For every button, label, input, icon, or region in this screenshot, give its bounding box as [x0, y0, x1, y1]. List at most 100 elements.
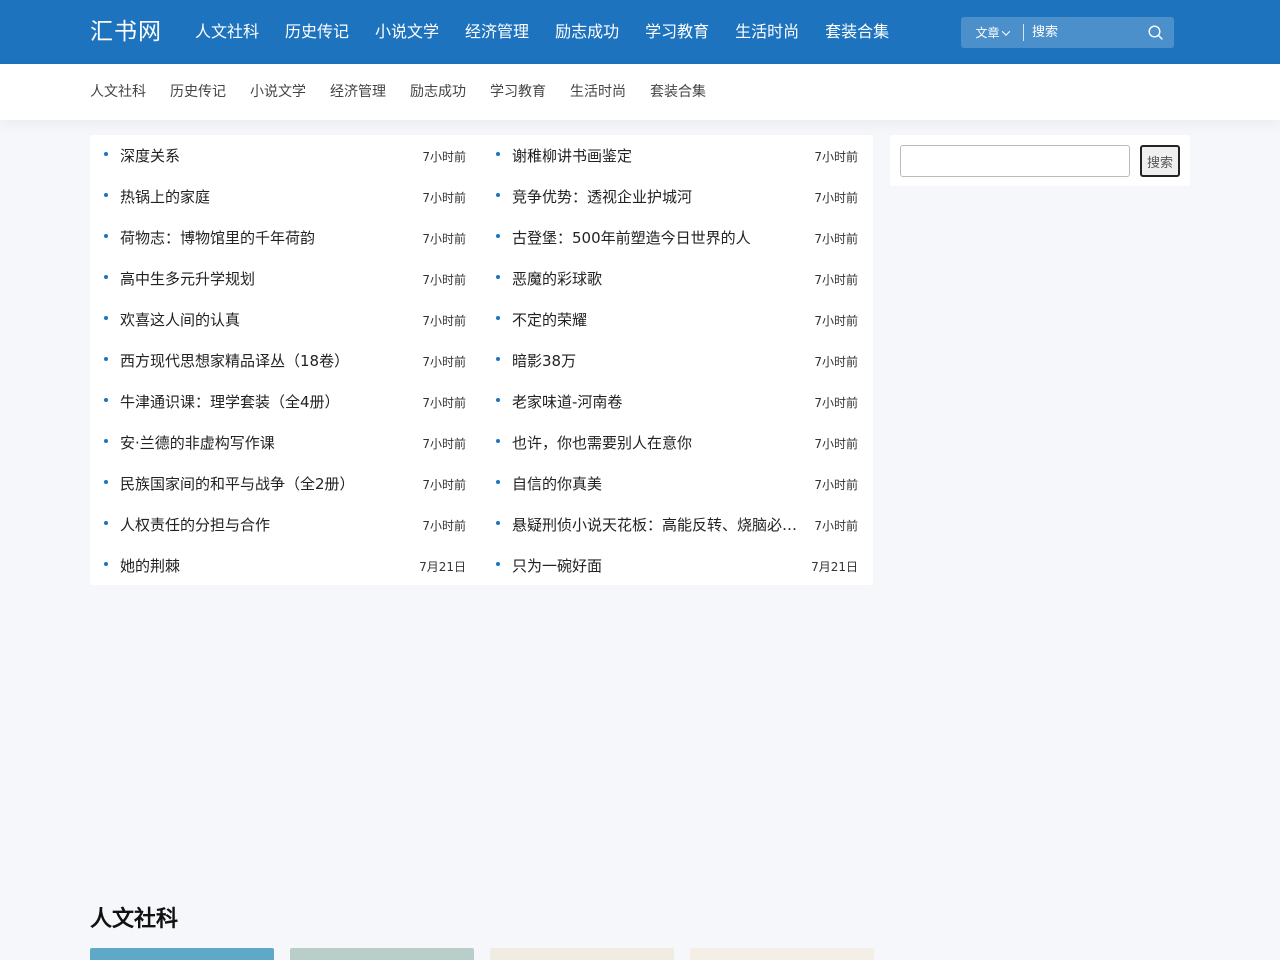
article-title[interactable]: 悬疑刑侦小说天花板：高能反转、烧脑必读（全6册）: [512, 514, 798, 536]
article-title[interactable]: 牛津通识课：理学套装（全4册）: [120, 391, 406, 413]
article-list-item[interactable]: 西方现代思想家精品译丛（18卷） 7小时前: [104, 340, 480, 381]
articles-column-left: 深度关系 7小时前 热锅上的家庭 7小时前 荷物志：博物馆里的千年荷韵 7小时前 高中生多元…: [104, 135, 480, 586]
article-time: 7小时前: [814, 355, 858, 369]
article-title[interactable]: 谢稚柳讲书画鉴定: [512, 145, 798, 167]
article-title[interactable]: 竞争优势：透视企业护城河: [512, 186, 798, 208]
article-title[interactable]: 西方现代思想家精品译丛（18卷）: [120, 350, 406, 372]
section-title: 人文社科: [90, 907, 179, 932]
article-time: 7小时前: [814, 437, 858, 451]
article-list-item[interactable]: 古登堡：500年前塑造今日世界的人 7小时前: [496, 217, 872, 258]
article-title[interactable]: 恶魔的彩球歌: [512, 268, 798, 290]
article-time: 7小时前: [814, 478, 858, 492]
article-list-item[interactable]: 悬疑刑侦小说天花板：高能反转、烧脑必读（全6册） 7小时前: [496, 504, 872, 545]
search-icon[interactable]: [1147, 24, 1164, 41]
main-nav-item-4[interactable]: 励志成功: [542, 0, 632, 64]
sub-nav-bar: 人文社科 历史传记 小说文学 经济管理 励志成功 学习教育 生活时尚 套装合集: [0, 64, 1280, 120]
article-list-item[interactable]: 人权责任的分担与合作 7小时前: [104, 504, 480, 545]
bullet-dot-icon: [496, 480, 500, 484]
article-time: 7小时前: [814, 396, 858, 410]
search-type-label: 文章: [975, 26, 1000, 40]
article-time: 7小时前: [422, 150, 466, 164]
article-list-item[interactable]: 民族国家间的和平与战争（全2册） 7小时前: [104, 463, 480, 504]
sub-nav-item-3[interactable]: 经济管理: [318, 64, 398, 120]
article-list-item[interactable]: 老家味道-河南卷 7小时前: [496, 381, 872, 422]
article-time: 7月21日: [419, 560, 466, 574]
book-thumbnail[interactable]: [490, 948, 674, 960]
main-nav-item-3[interactable]: 经济管理: [452, 0, 542, 64]
article-title[interactable]: 人权责任的分担与合作: [120, 514, 406, 536]
bullet-dot-icon: [104, 316, 108, 320]
article-title[interactable]: 安·兰德的非虚构写作课: [120, 432, 406, 454]
article-list-item[interactable]: 不定的荣耀 7小时前: [496, 299, 872, 340]
book-cover-image: [490, 948, 674, 960]
article-list-item[interactable]: 恶魔的彩球歌 7小时前: [496, 258, 872, 299]
article-time: 7小时前: [422, 191, 466, 205]
article-time: 7小时前: [814, 191, 858, 205]
main-nav-item-1[interactable]: 历史传记: [272, 0, 362, 64]
sub-nav-item-0[interactable]: 人文社科: [78, 64, 158, 120]
article-title[interactable]: 自信的你真美: [512, 473, 798, 495]
article-title[interactable]: 只为一碗好面: [512, 555, 798, 577]
main-nav-item-7[interactable]: 套装合集: [812, 0, 902, 64]
article-list-item[interactable]: 深度关系 7小时前: [104, 135, 480, 176]
article-title[interactable]: 也许，你也需要别人在意你: [512, 432, 798, 454]
book-thumbnail[interactable]: [90, 948, 274, 960]
article-list-item[interactable]: 竞争优势：透视企业护城河 7小时前: [496, 176, 872, 217]
article-time: 7小时前: [422, 437, 466, 451]
main-nav-item-0[interactable]: 人文社科: [182, 0, 272, 64]
article-title[interactable]: 热锅上的家庭: [120, 186, 406, 208]
article-list-item[interactable]: 她的荆棘 7月21日: [104, 545, 480, 586]
bullet-dot-icon: [104, 521, 108, 525]
article-title[interactable]: 暗影38万: [512, 350, 798, 372]
main-nav-item-6[interactable]: 生活时尚: [722, 0, 812, 64]
main-nav-item-2[interactable]: 小说文学: [362, 0, 452, 64]
bullet-dot-icon: [104, 480, 108, 484]
article-list-item[interactable]: 自信的你真美 7小时前: [496, 463, 872, 504]
article-list-item[interactable]: 也许，你也需要别人在意你 7小时前: [496, 422, 872, 463]
article-time: 7小时前: [422, 355, 466, 369]
article-title[interactable]: 深度关系: [120, 145, 406, 167]
article-time: 7小时前: [814, 519, 858, 533]
book-thumbnail[interactable]: [690, 948, 874, 960]
article-title[interactable]: 古登堡：500年前塑造今日世界的人: [512, 227, 798, 249]
sub-nav-item-7[interactable]: 套装合集: [638, 64, 718, 120]
bullet-dot-icon: [104, 357, 108, 361]
sub-nav-item-6[interactable]: 生活时尚: [558, 64, 638, 120]
bullet-dot-icon: [496, 234, 500, 238]
main-nav-item-5[interactable]: 学习教育: [632, 0, 722, 64]
bullet-dot-icon: [104, 562, 108, 566]
article-list-item[interactable]: 高中生多元升学规划 7小时前: [104, 258, 480, 299]
sub-nav-item-5[interactable]: 学习教育: [478, 64, 558, 120]
chevron-down-icon: [1001, 26, 1010, 36]
sidebar-search-button[interactable]: 搜索: [1140, 145, 1180, 177]
site-logo[interactable]: 汇书网: [90, 14, 162, 50]
article-list-item[interactable]: 荷物志：博物馆里的千年荷韵 7小时前: [104, 217, 480, 258]
search-type-select[interactable]: 文章: [961, 17, 1023, 48]
article-list-item[interactable]: 谢稚柳讲书画鉴定 7小时前: [496, 135, 872, 176]
article-title[interactable]: 高中生多元升学规划: [120, 268, 406, 290]
sub-nav-item-2[interactable]: 小说文学: [238, 64, 318, 120]
sub-nav-item-4[interactable]: 励志成功: [398, 64, 478, 120]
article-list-item[interactable]: 欢喜这人间的认真 7小时前: [104, 299, 480, 340]
sub-nav-item-1[interactable]: 历史传记: [158, 64, 238, 120]
article-list-item[interactable]: 热锅上的家庭 7小时前: [104, 176, 480, 217]
book-cover-image: [290, 948, 474, 960]
article-title[interactable]: 老家味道-河南卷: [512, 391, 798, 413]
article-title[interactable]: 她的荆棘: [120, 555, 406, 577]
article-list-item[interactable]: 安·兰德的非虚构写作课 7小时前: [104, 422, 480, 463]
article-list-item[interactable]: 暗影38万 7小时前: [496, 340, 872, 381]
article-title[interactable]: 民族国家间的和平与战争（全2册）: [120, 473, 406, 495]
sidebar-search-input[interactable]: [900, 145, 1130, 177]
bullet-dot-icon: [104, 398, 108, 402]
bullet-dot-icon: [496, 316, 500, 320]
article-title[interactable]: 荷物志：博物馆里的千年荷韵: [120, 227, 406, 249]
header-search-input[interactable]: [1024, 17, 1134, 48]
article-time: 7小时前: [422, 478, 466, 492]
article-list-item[interactable]: 牛津通识课：理学套装（全4册） 7小时前: [104, 381, 480, 422]
bullet-dot-icon: [496, 398, 500, 402]
article-title[interactable]: 欢喜这人间的认真: [120, 309, 406, 331]
book-thumbnail[interactable]: [290, 948, 474, 960]
article-title[interactable]: 不定的荣耀: [512, 309, 798, 331]
article-list-item[interactable]: 只为一碗好面 7月21日: [496, 545, 872, 586]
article-time: 7小时前: [814, 273, 858, 287]
